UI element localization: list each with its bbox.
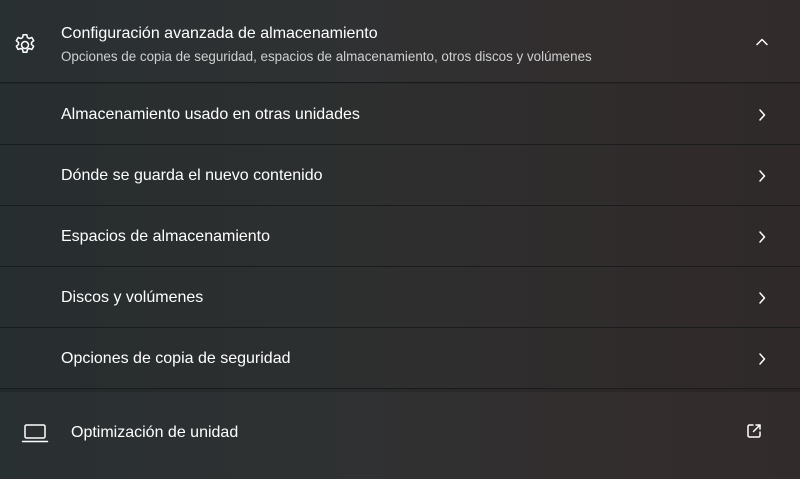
chevron-right-icon bbox=[759, 170, 766, 182]
external-link-icon bbox=[747, 424, 761, 438]
list-item-other-drives-storage[interactable]: Almacenamiento usado en otras unidades bbox=[0, 84, 800, 145]
list-item-new-content-location[interactable]: Dónde se guarda el nuevo contenido bbox=[0, 145, 800, 206]
chevron-right-icon bbox=[759, 353, 766, 365]
drive-optimization-label: Optimización de unidad bbox=[71, 424, 239, 441]
laptop-icon bbox=[21, 424, 49, 443]
gear-icon bbox=[15, 33, 35, 54]
settings-panel: Configuración avanzada de almacenamiento… bbox=[0, 0, 800, 479]
section-subtitle: Opciones de copia de seguridad, espacios… bbox=[61, 49, 592, 64]
list-item-disks-volumes[interactable]: Discos y volúmenes bbox=[0, 267, 800, 328]
chevron-right-icon bbox=[759, 231, 766, 243]
list-item-backup-options[interactable]: Opciones de copia de seguridad bbox=[0, 328, 800, 389]
list-item-label: Opciones de copia de seguridad bbox=[61, 350, 291, 367]
list-item-storage-spaces[interactable]: Espacios de almacenamiento bbox=[0, 206, 800, 267]
chevron-right-icon bbox=[759, 292, 766, 304]
chevron-right-icon bbox=[759, 109, 766, 121]
drive-optimization-item[interactable]: Optimización de unidad bbox=[0, 392, 800, 479]
list-item-label: Discos y volúmenes bbox=[61, 289, 204, 306]
advanced-storage-settings-header[interactable]: Configuración avanzada de almacenamiento… bbox=[0, 0, 800, 83]
chevron-up-icon[interactable] bbox=[755, 37, 769, 47]
list-item-label: Almacenamiento usado en otras unidades bbox=[61, 106, 360, 123]
list-item-label: Espacios de almacenamiento bbox=[61, 228, 271, 245]
section-title: Configuración avanzada de almacenamiento bbox=[61, 25, 378, 42]
list-item-label: Dónde se guarda el nuevo contenido bbox=[61, 167, 323, 184]
